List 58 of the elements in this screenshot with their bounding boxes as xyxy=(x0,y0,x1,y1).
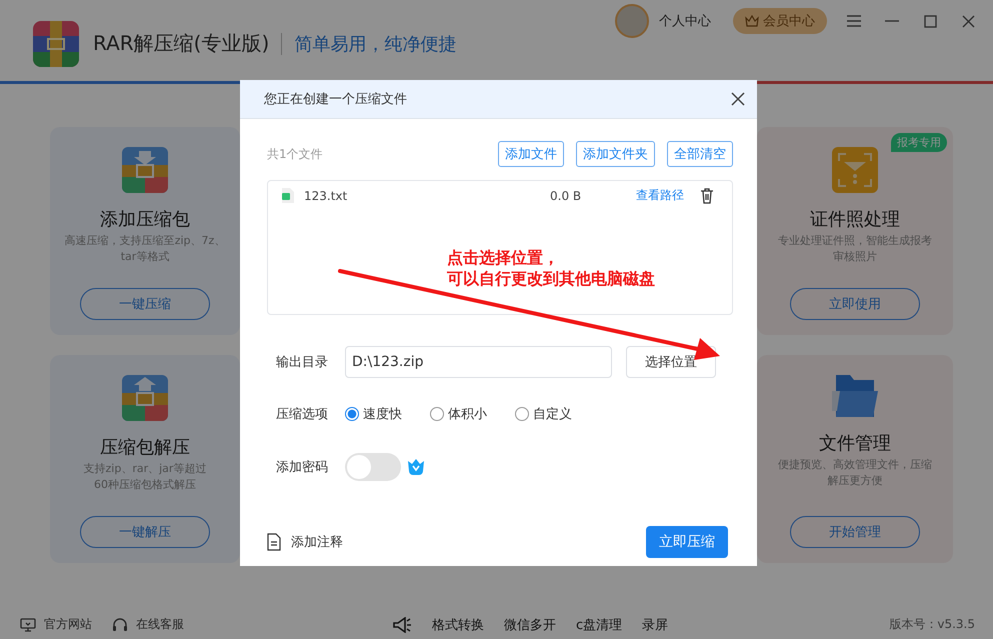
view-path-link[interactable]: 查看路径 xyxy=(636,187,684,204)
megaphone-icon xyxy=(392,616,412,632)
password-toggle[interactable] xyxy=(345,453,401,481)
extract-icon xyxy=(122,375,168,421)
tool-link[interactable]: c盘清理 xyxy=(576,616,622,634)
compression-option[interactable]: 体积小 xyxy=(430,405,487,423)
compress-icon xyxy=(122,147,168,193)
app-title: RAR解压缩(专业版) xyxy=(93,30,270,57)
version-label: 版本号：v5.3.5 xyxy=(889,616,975,633)
card-description: 专业处理证件照，智能生成报考 审核照片 xyxy=(778,233,932,265)
trash-icon[interactable] xyxy=(700,188,714,204)
card-title: 证件照处理 xyxy=(810,208,900,231)
compression-option[interactable]: 速度快 xyxy=(345,405,402,423)
tool-link[interactable]: 微信多开 xyxy=(504,616,556,634)
password-label: 添加密码 xyxy=(276,459,329,476)
compression-option[interactable]: 自定义 xyxy=(515,405,572,423)
badge: 报考专用 xyxy=(891,133,947,152)
file-action-button[interactable]: 全部清空 xyxy=(667,141,733,167)
card-title: 文件管理 xyxy=(819,432,891,455)
id-photo-icon xyxy=(832,147,878,193)
app-logo-icon xyxy=(33,20,79,66)
headset-icon xyxy=(112,616,128,632)
card-description: 高速压缩，支持压缩至zip、7z、 tar等格式 xyxy=(64,233,226,265)
crown-icon xyxy=(745,15,759,27)
footer-link[interactable]: 在线客服 xyxy=(136,616,184,633)
add-note-link[interactable]: 添加注释 xyxy=(291,533,646,551)
footer-link[interactable]: 官方网站 xyxy=(44,616,92,633)
card-description: 便捷预览、高效管理文件，压缩 解压更方便 xyxy=(778,457,932,489)
close-icon[interactable] xyxy=(731,92,745,106)
card-action-button[interactable]: 一键压缩 xyxy=(80,288,210,320)
card-action-button[interactable]: 一键解压 xyxy=(80,516,210,548)
card-description: 支持zip、rar、jar等超过 60种压缩包格式解压 xyxy=(84,461,206,493)
app-slogan: 简单易用，纯净便捷 xyxy=(294,32,456,56)
vip-crown-icon xyxy=(407,459,425,475)
annotation-text: 点击选择位置， 可以自行更改到其他电脑磁盘 xyxy=(447,247,655,289)
user-center-link[interactable]: 个人中心 xyxy=(659,12,711,30)
file-action-button[interactable]: 添加文件夹 xyxy=(576,141,655,167)
text-file-icon xyxy=(282,188,294,203)
card-title: 压缩包解压 xyxy=(100,436,190,459)
card-action-button[interactable]: 立即使用 xyxy=(790,288,920,320)
output-label: 输出目录 xyxy=(276,354,329,371)
tool-link[interactable]: 录屏 xyxy=(642,616,668,634)
vip-center-button[interactable]: 会员中心 xyxy=(733,8,827,34)
options-label: 压缩选项 xyxy=(276,406,329,423)
monitor-icon xyxy=(20,618,36,632)
dialog-title: 您正在创建一个压缩文件 xyxy=(264,91,408,108)
choose-location-button[interactable]: 选择位置 xyxy=(626,346,716,378)
output-path-field[interactable]: D:\123.zip xyxy=(345,346,612,378)
file-name: 123.txt xyxy=(304,188,348,202)
compress-now-button[interactable]: 立即压缩 xyxy=(646,526,728,558)
card-action-button[interactable]: 开始管理 xyxy=(790,516,920,548)
file-size: 0.0 B xyxy=(550,188,582,202)
file-count: 共1个文件 xyxy=(267,146,324,162)
card-title: 添加压缩包 xyxy=(100,208,190,231)
document-icon xyxy=(267,533,281,551)
tool-link[interactable]: 格式转换 xyxy=(432,616,484,634)
file-action-button[interactable]: 添加文件 xyxy=(498,141,564,167)
folder-icon xyxy=(832,375,878,417)
